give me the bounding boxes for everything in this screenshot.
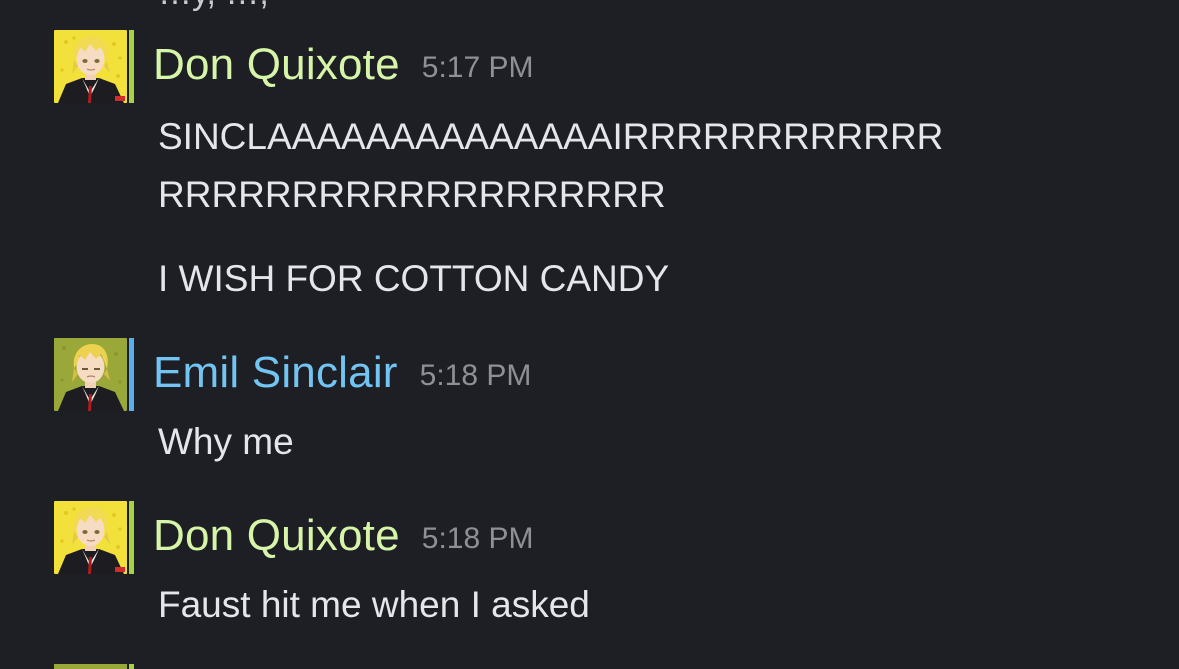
blonde-character-avatar-icon [54,338,127,411]
avatar-container[interactable] [54,501,134,574]
next-avatar-fragment [54,664,127,669]
blonde-character-avatar-icon [54,501,127,574]
message-header: Emil Sinclair 5:18 PM [153,348,531,398]
timestamp: 5:18 PM [421,522,534,555]
message-header: Don Quixote 5:17 PM [153,40,534,90]
author-name[interactable]: Don Quixote [153,511,400,560]
message-line: Why me [158,421,294,462]
avatar[interactable] [54,30,127,103]
online-status-bar [129,30,134,103]
message-line: I WISH FOR COTTON CANDY [158,258,670,299]
online-status-bar [129,338,134,411]
message-line: Faust hit me when I asked [158,584,590,625]
avatar[interactable] [54,501,127,574]
avatar-container[interactable] [54,30,134,103]
message-line: SINCLAAAAAAAAAAAAAAIRRRRRRRRRRRR [158,116,944,157]
author-name[interactable]: Don Quixote [153,40,400,89]
message-header: Don Quixote 5:18 PM [153,511,534,561]
avatar-container[interactable] [54,338,134,411]
blonde-character-avatar-icon [54,30,127,103]
timestamp: 5:17 PM [421,51,534,84]
message-line: RRRRRRRRRRRRRRRRRRR [158,174,666,215]
timestamp: 5:18 PM [419,359,532,392]
chat-log: …y, …, [0,0,1179,669]
next-status-bar-fragment [129,664,134,669]
avatar[interactable] [54,338,127,411]
previous-message-fragment: …y, …, [158,0,269,10]
online-status-bar [129,501,134,574]
author-name[interactable]: Emil Sinclair [153,348,398,397]
